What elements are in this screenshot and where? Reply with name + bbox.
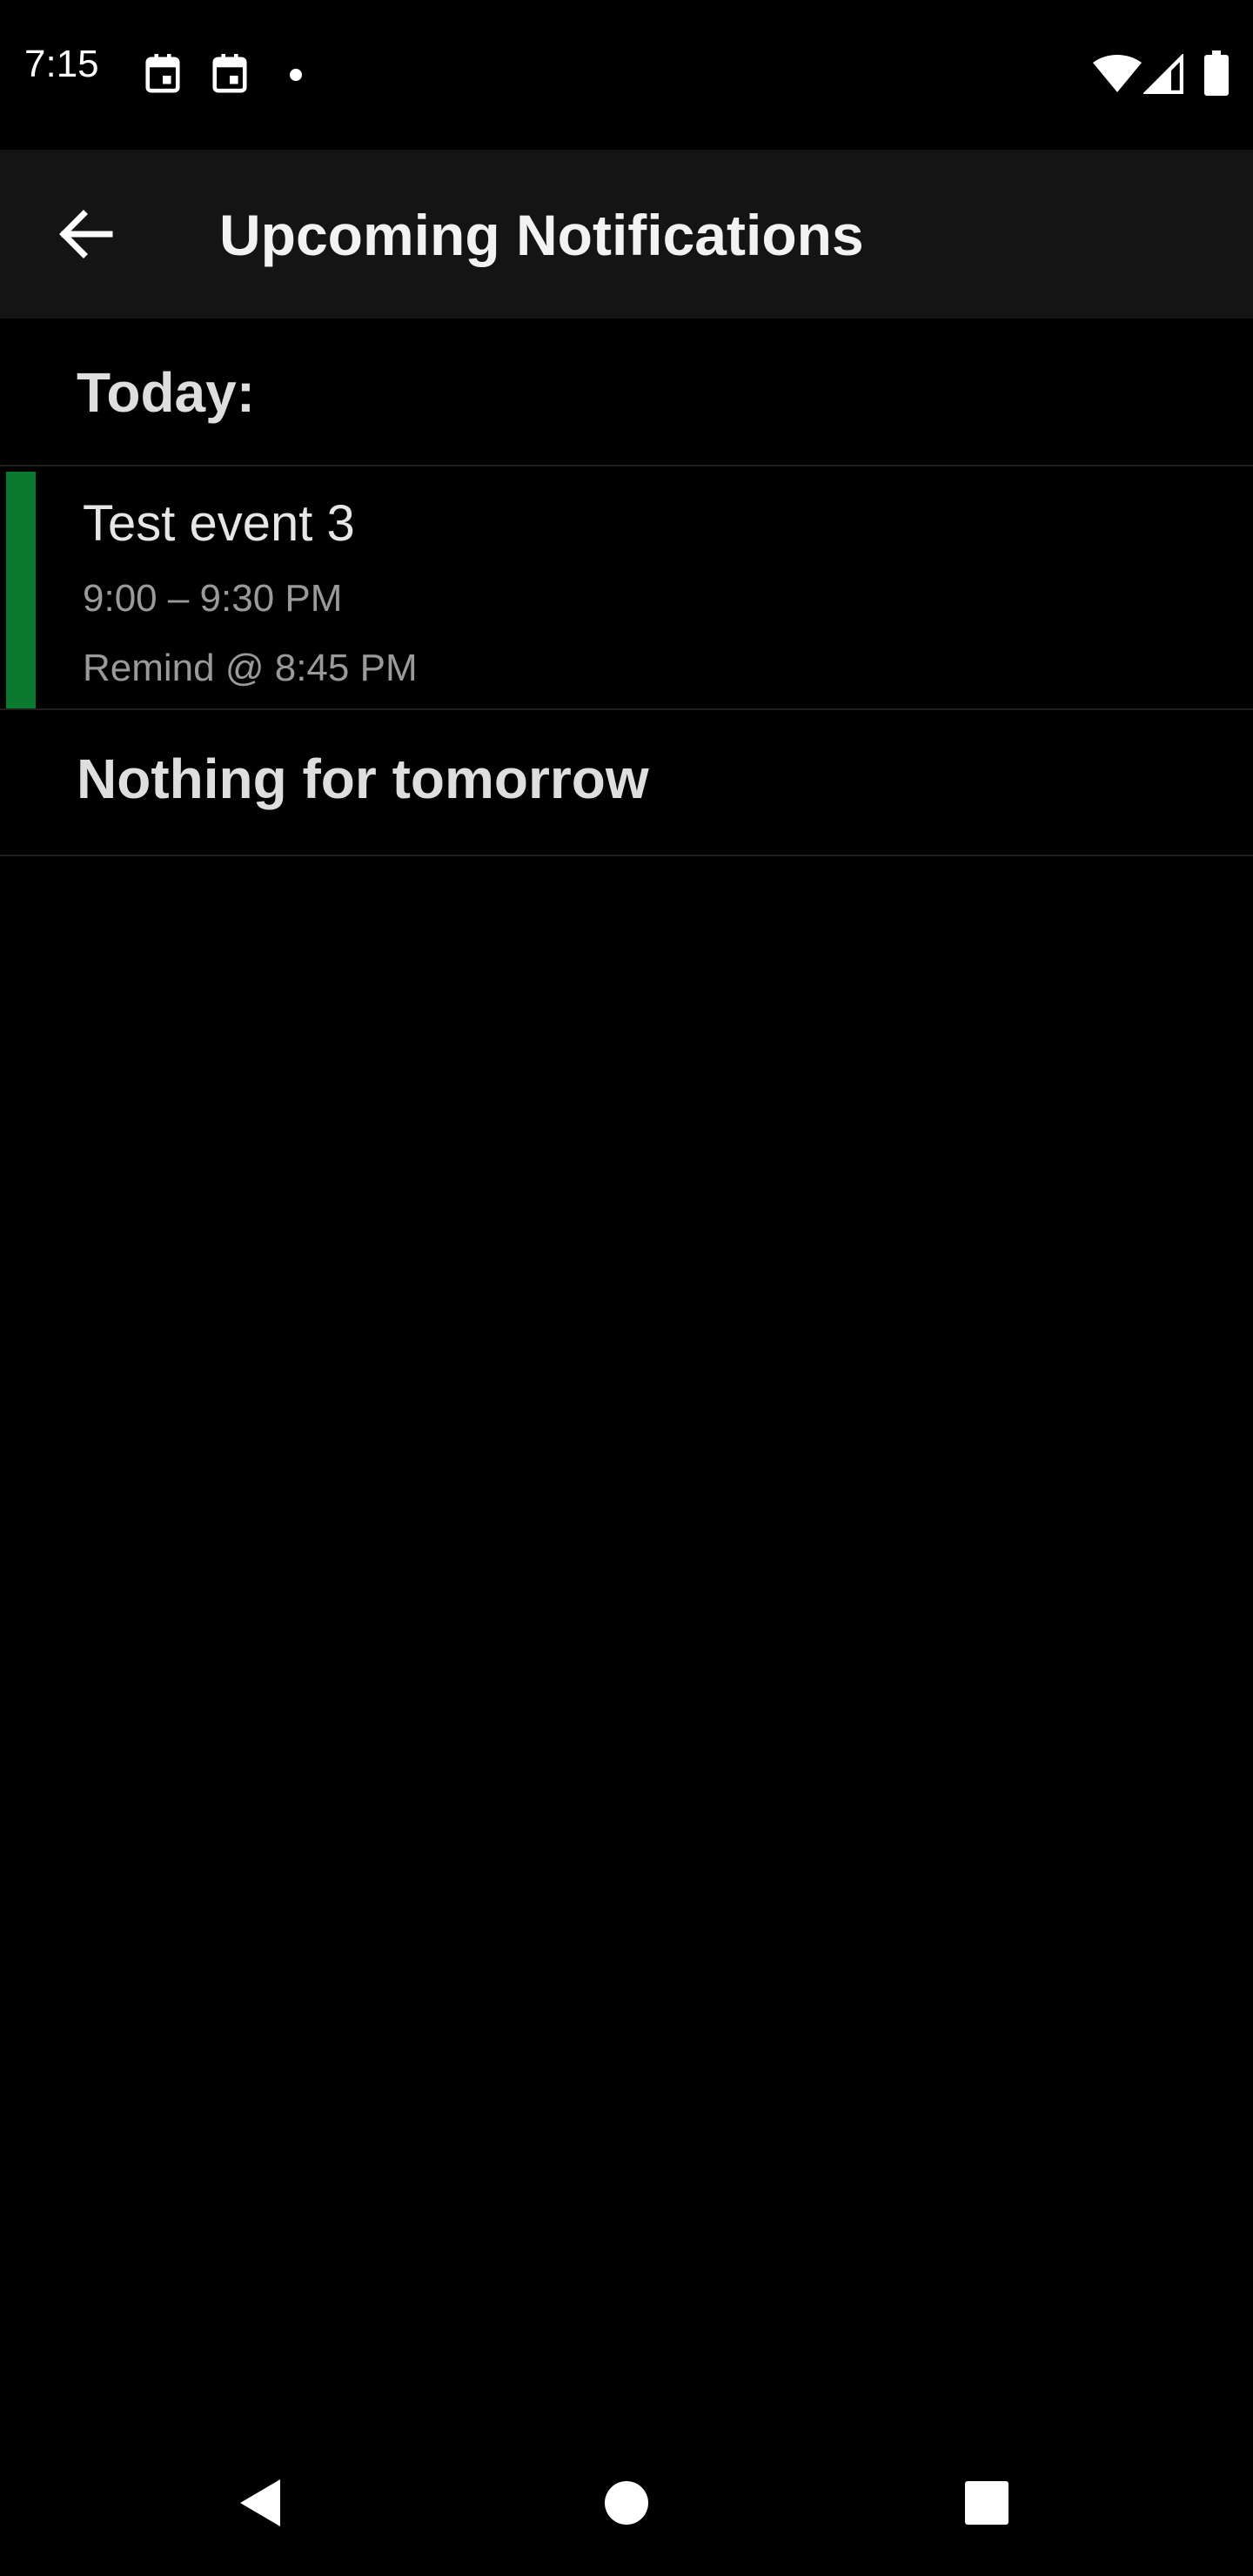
section-title: Today: [77, 361, 256, 424]
event-color-bar [6, 472, 36, 708]
calendar-icon [212, 54, 247, 93]
back-button[interactable] [35, 184, 134, 284]
nav-back-button[interactable] [191, 2430, 331, 2576]
tomorrow-empty-message: Nothing for tomorrow [77, 748, 649, 810]
status-time: 7:15 [24, 43, 99, 85]
wifi-icon [1093, 55, 1142, 92]
page-title: Upcoming Notifications [219, 203, 864, 267]
battery-icon [1204, 50, 1229, 96]
back-triangle-icon [240, 2479, 280, 2526]
nav-recents-button[interactable] [917, 2430, 1056, 2576]
section-header-tomorrow: Nothing for tomorrow [0, 710, 1253, 856]
status-bar: 7:15 [0, 0, 1253, 150]
event-title: Test event 3 [83, 495, 355, 552]
arrow-back-icon [59, 210, 113, 258]
event-time: 9:00 – 9:30 PM [83, 577, 343, 620]
recents-square-icon [965, 2481, 1008, 2525]
notification-dot-icon [290, 69, 302, 81]
nav-home-button[interactable] [557, 2430, 696, 2576]
home-circle-icon [605, 2481, 648, 2525]
event-list-item[interactable]: Test event 3 9:00 – 9:30 PM Remind @ 8:4… [0, 466, 1253, 710]
navigation-bar [0, 2430, 1253, 2576]
app-bar: Upcoming Notifications [0, 150, 1253, 319]
calendar-icon [145, 54, 180, 93]
event-reminder: Remind @ 8:45 PM [83, 647, 418, 689]
section-header-today: Today: [0, 319, 1253, 466]
signal-icon [1143, 54, 1183, 94]
